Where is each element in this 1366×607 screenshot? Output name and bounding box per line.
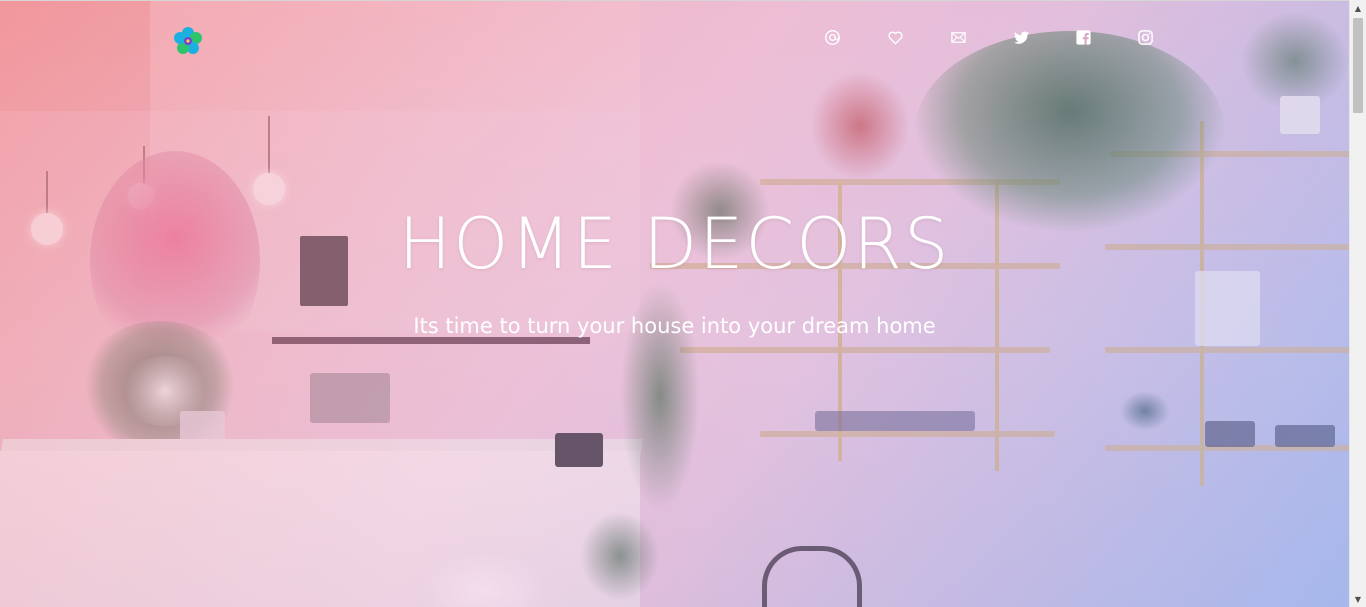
instagram-icon[interactable] bbox=[1133, 25, 1157, 49]
account-circle-icon[interactable] bbox=[820, 25, 844, 49]
scroll-up-arrow-icon[interactable]: ▲ bbox=[1350, 0, 1366, 16]
hero-section: HOME DECORS Its time to turn your house … bbox=[0, 0, 1349, 607]
mail-icon[interactable] bbox=[946, 25, 970, 49]
hero-title: HOME DECORS bbox=[398, 203, 951, 285]
vertical-scrollbar[interactable]: ▲ ▼ bbox=[1349, 0, 1366, 607]
twitter-icon[interactable] bbox=[1009, 25, 1033, 49]
facebook-icon[interactable] bbox=[1071, 25, 1095, 49]
hero-subtitle: Its time to turn your house into your dr… bbox=[413, 314, 936, 338]
top-nav bbox=[0, 25, 1349, 49]
scrollbar-thumb[interactable] bbox=[1353, 18, 1363, 113]
gradient-overlay bbox=[0, 1, 1349, 607]
heart-icon[interactable] bbox=[883, 25, 907, 49]
scroll-down-arrow-icon[interactable]: ▼ bbox=[1350, 591, 1366, 607]
